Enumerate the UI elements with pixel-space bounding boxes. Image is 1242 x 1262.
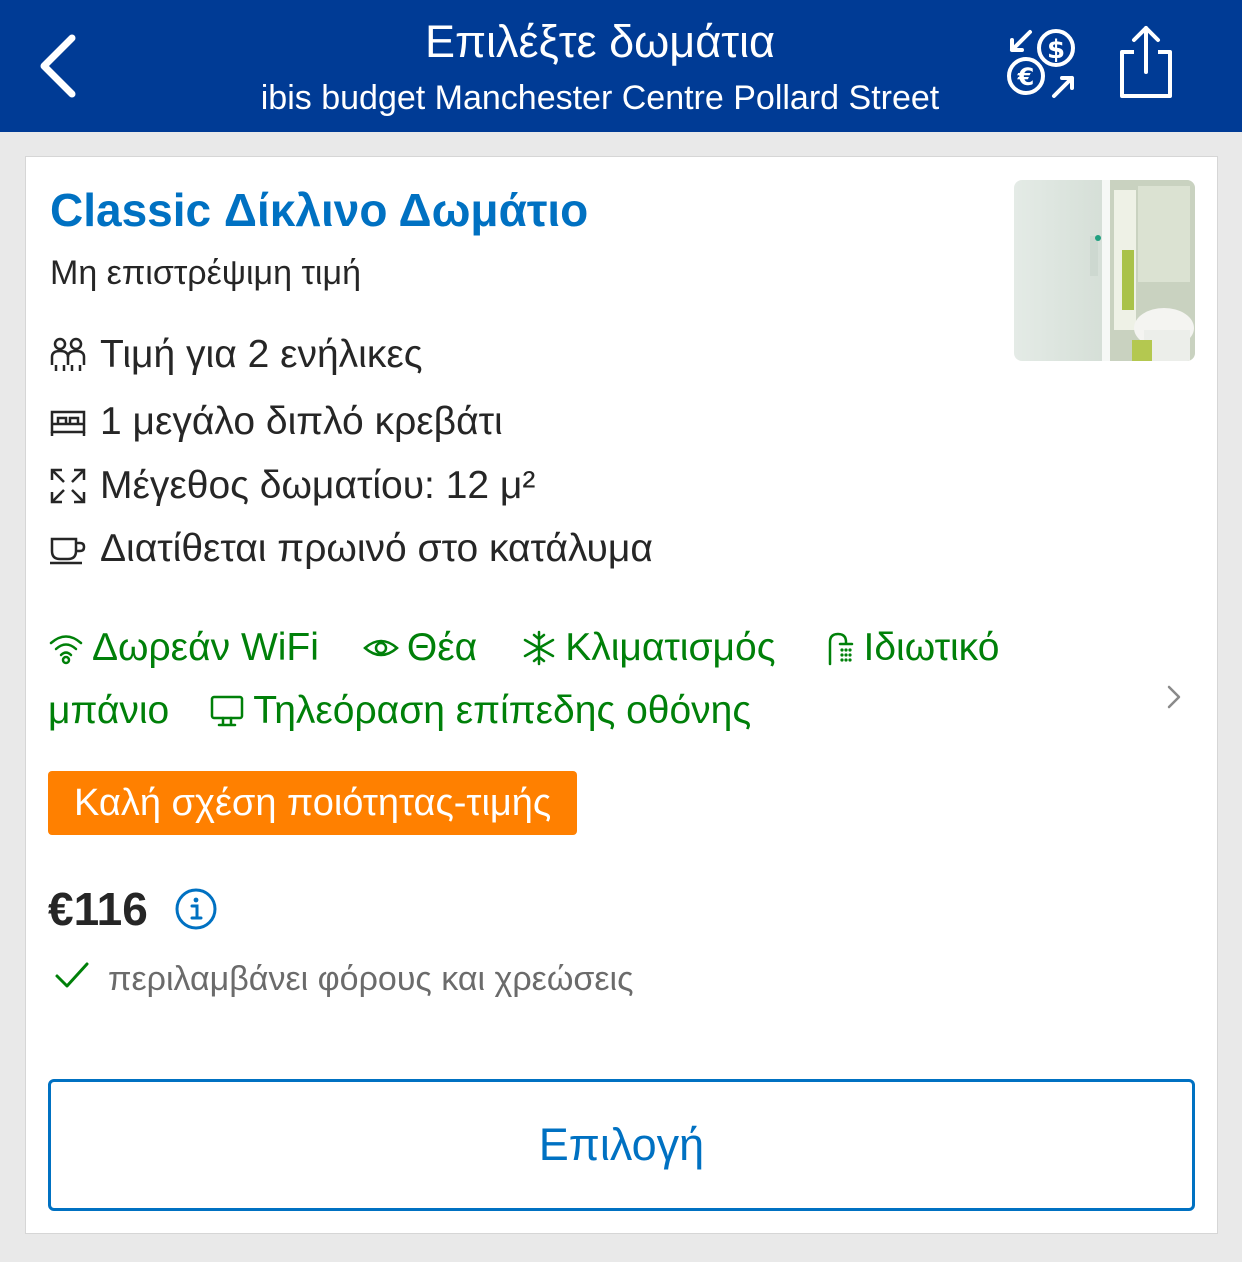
fact-size: Μέγεθος δωματίου: 12 μ² bbox=[48, 461, 535, 511]
room-card: Classic Δίκλινο Δωμάτιο Μη επιστρέψιμη τ… bbox=[25, 156, 1218, 1234]
room-title[interactable]: Classic Δίκλινο Δωμάτιο bbox=[50, 183, 588, 237]
wifi-icon bbox=[49, 635, 83, 665]
tv-icon bbox=[210, 695, 244, 727]
app-header: Επιλέξτε δωμάτια ibis budget Manchester … bbox=[0, 0, 1242, 132]
value-badge: Καλή σχέση ποιότητας-τιμής bbox=[48, 771, 578, 835]
amenities-row-1[interactable]: Δωρεάν WiFi Θέα Κλιματισμός Ιδιωτικό bbox=[48, 622, 999, 674]
room-price: €116 bbox=[48, 883, 148, 935]
price-info-button[interactable] bbox=[174, 887, 218, 931]
chevron-right-icon bbox=[1167, 685, 1181, 709]
amenity-bathroom-label-2: μπάνιο bbox=[48, 689, 170, 732]
select-room-button[interactable]: Επιλογή bbox=[48, 1079, 1195, 1211]
bathroom-photo bbox=[1014, 180, 1195, 361]
chevron-left-icon bbox=[40, 34, 76, 98]
fact-occupancy: Τιμή για 2 ενήλικες bbox=[48, 330, 423, 380]
amenities-more-button[interactable] bbox=[1162, 679, 1186, 715]
amenity-bathroom-continued: μπάνιο bbox=[48, 689, 169, 733]
back-button[interactable] bbox=[30, 30, 90, 102]
amenity-bathroom: Ιδιωτικό bbox=[820, 626, 1000, 670]
currency-exchange-icon: $ € bbox=[1007, 29, 1075, 98]
room-photo[interactable] bbox=[1014, 180, 1195, 361]
info-icon bbox=[175, 888, 217, 930]
bed-icon bbox=[50, 410, 86, 436]
resize-icon bbox=[50, 468, 86, 504]
hotel-name: ibis budget Manchester Centre Pollard St… bbox=[260, 79, 940, 117]
header-titles: Επιλέξτε δωμάτια ibis budget Manchester … bbox=[180, 14, 1020, 126]
fact-bed: 1 μεγάλο διπλό κρεβάτι bbox=[48, 397, 503, 447]
amenity-ac-label: Κλιματισμός bbox=[565, 626, 776, 669]
snowflake-icon bbox=[523, 630, 555, 666]
fact-breakfast: Διατίθεται πρωινό στο κατάλυμα bbox=[48, 524, 653, 574]
check-icon bbox=[55, 962, 89, 988]
amenity-wifi-label: Δωρεάν WiFi bbox=[92, 626, 319, 669]
adults-icon bbox=[50, 337, 86, 371]
amenity-tv: Τηλεόραση επίπεδης οθόνης bbox=[209, 689, 751, 733]
size-text: Μέγεθος δωματίου: 12 μ² bbox=[100, 464, 536, 507]
share-icon bbox=[1120, 26, 1172, 98]
coffee-cup-icon bbox=[50, 537, 86, 565]
currency-button[interactable]: $ € bbox=[1000, 22, 1084, 106]
page-title: Επιλέξτε δωμάτια bbox=[424, 16, 776, 67]
amenities-row-2[interactable]: μπάνιο Τηλεόραση επίπεδης οθόνης bbox=[48, 685, 751, 737]
svg-text:€: € bbox=[1017, 63, 1035, 91]
shower-icon bbox=[828, 632, 853, 666]
amenity-ac: Κλιματισμός bbox=[521, 626, 776, 670]
occupancy-text: Τιμή για 2 ενήλικες bbox=[100, 333, 423, 376]
svg-text:$: $ bbox=[1047, 35, 1065, 65]
bed-text: 1 μεγάλο διπλό κρεβάτι bbox=[100, 400, 503, 443]
eye-icon bbox=[363, 639, 399, 657]
amenity-bathroom-label: Ιδιωτικό bbox=[863, 626, 1000, 669]
breakfast-text: Διατίθεται πρωινό στο κατάλυμα bbox=[100, 527, 653, 570]
amenity-tv-label: Τηλεόραση επίπεδης οθόνης bbox=[253, 689, 752, 732]
amenity-view: Θέα bbox=[363, 626, 477, 670]
rate-type: Μη επιστρέψιμη τιμή bbox=[50, 254, 361, 292]
share-button[interactable] bbox=[1110, 22, 1182, 102]
taxes-note: περιλαμβάνει φόρους και χρεώσεις bbox=[108, 960, 634, 998]
amenity-wifi: Δωρεάν WiFi bbox=[48, 626, 319, 670]
amenity-view-label: Θέα bbox=[406, 626, 478, 669]
